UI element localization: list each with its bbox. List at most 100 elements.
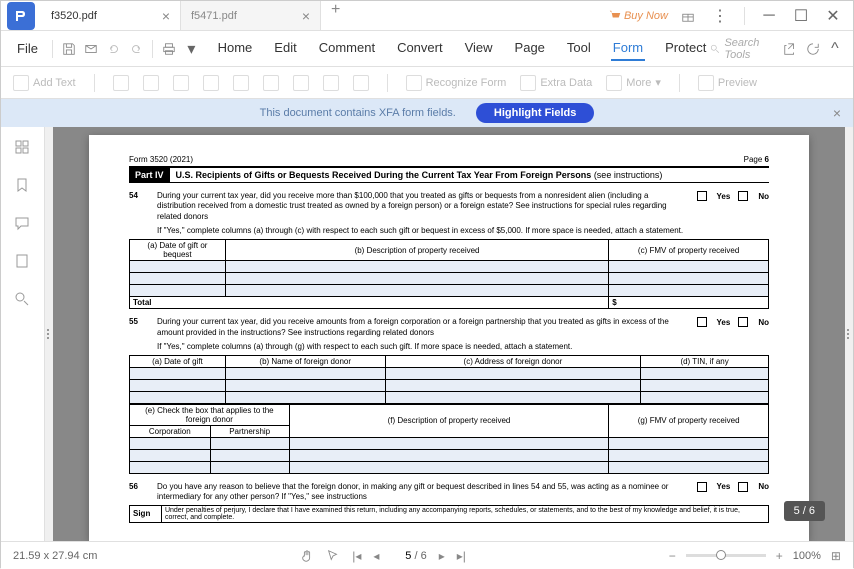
table-55a: (a) Date of gift(b) Name of foreign dono… — [129, 355, 769, 404]
part-title: U.S. Recipients of Gifts or Bequests Rec… — [170, 170, 663, 180]
sidebar — [1, 127, 45, 541]
q56-number: 56 — [129, 482, 149, 491]
table-cell[interactable] — [130, 261, 226, 273]
q56-text: Do you have any reason to believe that t… — [157, 482, 689, 503]
menu-tab-protect[interactable]: Protect — [663, 36, 708, 61]
zoom-select[interactable]: 100% — [793, 550, 821, 562]
checkbox-no-56[interactable] — [738, 482, 748, 492]
text-field-tool[interactable] — [113, 75, 129, 91]
extra-data-tool[interactable]: Extra Data — [520, 75, 592, 91]
image-tool[interactable] — [293, 75, 309, 91]
signature-tool[interactable] — [323, 75, 339, 91]
prev-page-button[interactable]: ◂ — [373, 549, 379, 563]
more-tool[interactable]: More ▾ — [606, 75, 661, 91]
document-tabs: f3520.pdf × f5471.pdf × + — [41, 1, 609, 30]
document-viewport[interactable]: Form 3520 (2021) Page 6 Part IV U.S. Rec… — [53, 127, 845, 541]
kebab-menu-icon[interactable]: ⋮ — [708, 4, 732, 28]
zoom-in-button[interactable]: + — [776, 549, 783, 563]
titlebar: f3520.pdf × f5471.pdf × + Buy Now ⋮ ─ ☐ … — [1, 1, 853, 31]
listbox-tool[interactable] — [233, 75, 249, 91]
preview-tool[interactable]: Preview — [698, 75, 757, 91]
button-tool[interactable] — [263, 75, 279, 91]
first-page-button[interactable]: |◂ — [352, 549, 361, 563]
checkbox-no-54[interactable] — [738, 191, 748, 201]
bookmark-icon[interactable] — [14, 177, 32, 195]
menu-tab-page[interactable]: Page — [513, 36, 547, 61]
q54-yes: Yes — [697, 191, 731, 201]
form-id: Form 3520 (2021) — [129, 155, 193, 164]
add-tab-button[interactable]: + — [321, 1, 350, 30]
tab-f3520[interactable]: f3520.pdf × — [41, 1, 181, 30]
sync-icon[interactable] — [802, 37, 822, 61]
gift-icon[interactable] — [676, 4, 700, 28]
pdf-page: Form 3520 (2021) Page 6 Part IV U.S. Rec… — [89, 135, 809, 541]
highlight-fields-button[interactable]: Highlight Fields — [476, 103, 595, 123]
q54-no: No — [738, 191, 769, 201]
thumbnails-icon[interactable] — [14, 139, 32, 157]
checkbox-yes-55[interactable] — [697, 317, 707, 327]
q55-number: 55 — [129, 317, 149, 326]
close-tab-icon[interactable]: × — [162, 8, 170, 24]
checkbox-tool[interactable] — [143, 75, 159, 91]
minimize-button[interactable]: ─ — [757, 4, 781, 28]
sidebar-expand-handle[interactable] — [45, 127, 53, 541]
zoom-slider[interactable] — [686, 554, 766, 557]
page-indicator-badge: 5 / 6 — [784, 501, 825, 521]
close-tab-icon[interactable]: × — [302, 8, 310, 24]
collapse-ribbon-icon[interactable]: ^ — [825, 37, 845, 61]
content-area: Form 3520 (2021) Page 6 Part IV U.S. Rec… — [1, 127, 853, 541]
page-input[interactable] — [391, 550, 411, 562]
recognize-form-tool[interactable]: Recognize Form — [406, 75, 507, 91]
hand-tool-icon[interactable] — [300, 549, 314, 563]
menu-tab-edit[interactable]: Edit — [272, 36, 298, 61]
radio-tool[interactable] — [173, 75, 189, 91]
fit-page-icon[interactable]: ⊞ — [831, 549, 841, 563]
dropdown-tool[interactable] — [203, 75, 219, 91]
search-icon — [710, 43, 720, 55]
menu-tab-view[interactable]: View — [463, 36, 495, 61]
print-icon[interactable] — [159, 37, 179, 61]
close-window-button[interactable]: ✕ — [821, 4, 845, 28]
last-page-button[interactable]: ▸| — [457, 549, 466, 563]
checkbox-yes-56[interactable] — [697, 482, 707, 492]
share-icon[interactable] — [780, 37, 800, 61]
dropdown-icon[interactable]: ▾ — [181, 37, 201, 61]
table-55b: (e) Check the box that applies to the fo… — [129, 404, 769, 474]
file-menu[interactable]: File — [9, 37, 46, 60]
mail-icon[interactable] — [81, 37, 101, 61]
save-icon[interactable] — [59, 37, 79, 61]
tab-label: f3520.pdf — [51, 10, 97, 22]
menu-tab-comment[interactable]: Comment — [317, 36, 377, 61]
zoom-out-button[interactable]: − — [669, 549, 676, 563]
menu-tab-convert[interactable]: Convert — [395, 36, 445, 61]
page-number: Page 6 — [744, 155, 769, 164]
page-dimensions: 21.59 x 27.94 cm — [13, 550, 97, 562]
q54-sub: If "Yes," complete columns (a) through (… — [157, 226, 769, 235]
app-logo[interactable] — [7, 2, 35, 30]
right-panel-handle[interactable] — [845, 127, 853, 541]
menu-tab-form[interactable]: Form — [611, 36, 645, 61]
buy-now-link[interactable]: Buy Now — [609, 10, 668, 22]
q54-number: 54 — [129, 191, 149, 200]
add-text-tool[interactable]: Add Text — [13, 75, 76, 91]
next-page-button[interactable]: ▸ — [439, 549, 445, 563]
menu-tab-home[interactable]: Home — [216, 36, 255, 61]
menu-tab-tool[interactable]: Tool — [565, 36, 593, 61]
tab-label: f5471.pdf — [191, 10, 237, 22]
checkbox-yes-54[interactable] — [697, 191, 707, 201]
undo-icon[interactable] — [103, 37, 123, 61]
comment-icon[interactable] — [14, 215, 32, 233]
search-panel-icon[interactable] — [14, 291, 32, 309]
q55-sub: If "Yes," complete columns (a) through (… — [157, 342, 769, 351]
close-banner-icon[interactable]: × — [833, 105, 841, 121]
checkbox-no-55[interactable] — [738, 317, 748, 327]
date-tool[interactable] — [353, 75, 369, 91]
maximize-button[interactable]: ☐ — [789, 4, 813, 28]
search-tools-input[interactable]: Search Tools — [710, 37, 778, 61]
attachment-icon[interactable] — [14, 253, 32, 271]
select-tool-icon[interactable] — [326, 549, 340, 563]
redo-icon[interactable] — [126, 37, 146, 61]
q54-text: During your current tax year, did you re… — [157, 191, 689, 222]
tab-f5471[interactable]: f5471.pdf × — [181, 1, 321, 30]
cart-icon — [609, 10, 621, 22]
